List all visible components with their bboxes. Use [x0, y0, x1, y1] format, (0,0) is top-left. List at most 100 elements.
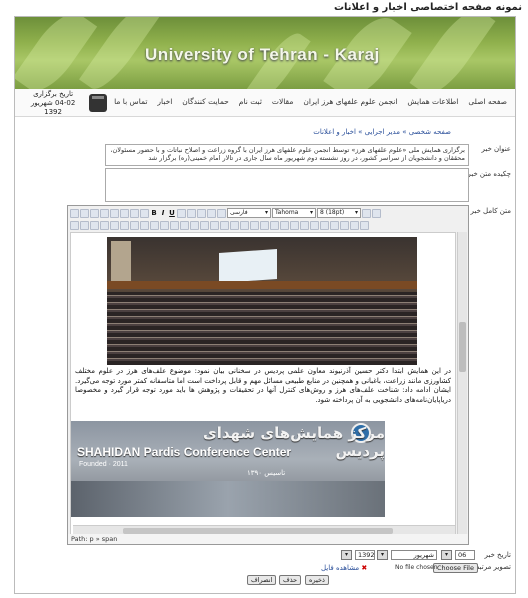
summary-field-label: چکیده متن خبر [467, 170, 511, 178]
emoticon-icon[interactable] [270, 220, 279, 230]
year-dropdown-icon[interactable]: ▾ [341, 550, 352, 560]
style-select[interactable]: فارسی [227, 208, 271, 218]
nav-item-conference-info[interactable]: اطلاعات همایش [407, 97, 458, 106]
conference-hall-photo [107, 237, 417, 365]
code-icon[interactable] [200, 220, 209, 230]
title-field[interactable]: برگزاری همایش ملی «علوم علفهای هرز» توسط… [105, 144, 469, 166]
number-list-icon[interactable] [80, 220, 89, 230]
replace-icon[interactable] [140, 208, 149, 218]
view-file-link[interactable]: ✖ مشاهده فایل [321, 564, 367, 572]
full-text-label: متن کامل خبر [470, 207, 511, 215]
toolbar-extra2-icon[interactable] [372, 208, 381, 218]
unlink-icon[interactable] [150, 220, 159, 230]
nav-menu: صفحه اصلی اطلاعات همایش انجمن علوم علفها… [114, 97, 507, 106]
paste-icon[interactable] [100, 208, 109, 218]
nav-item-home[interactable]: صفحه اصلی [468, 97, 507, 106]
file-status: No file chosen [395, 564, 438, 571]
outdent-icon[interactable] [90, 220, 99, 230]
undo-icon[interactable] [120, 220, 129, 230]
align-justify-icon[interactable] [217, 208, 226, 218]
nav-item-contact[interactable]: تماس با ما [114, 97, 147, 106]
summary-field[interactable] [105, 168, 469, 202]
page-frame: University of Tehran - Karaj صفحه اصلی ا… [14, 16, 516, 594]
conference-center-photo: مرکز همایش‌های شهدای پردیس SHAHIDAN Pard… [71, 421, 385, 517]
paste-text-icon[interactable] [110, 208, 119, 218]
redo-icon[interactable] [130, 220, 139, 230]
spell-icon[interactable] [340, 220, 349, 230]
editor-content[interactable]: در این همایش ابتدا دکتر حسین آذرنیوند مع… [70, 232, 456, 536]
print-icon[interactable] [330, 220, 339, 230]
find-icon[interactable] [130, 208, 139, 218]
image-label: تصویر مرتبط [473, 563, 511, 571]
size-select[interactable]: 8 (18pt) [317, 208, 361, 218]
bgcolor-icon[interactable] [360, 220, 369, 230]
underline-button[interactable]: U [168, 209, 176, 218]
cut-icon[interactable] [80, 208, 89, 218]
table-icon[interactable] [290, 220, 299, 230]
day-dropdown-icon[interactable]: ▾ [441, 550, 452, 560]
title-field-label: عنوان خبر [481, 145, 511, 153]
help-icon[interactable] [190, 220, 199, 230]
bullet-list-icon[interactable] [70, 220, 79, 230]
color-icon[interactable] [350, 220, 359, 230]
align-center-icon[interactable] [197, 208, 206, 218]
sup-icon[interactable] [250, 220, 259, 230]
new-doc-icon[interactable] [70, 208, 79, 218]
hr-icon[interactable] [210, 220, 219, 230]
image-icon[interactable] [170, 220, 179, 230]
rtl-icon[interactable] [310, 220, 319, 230]
link-icon[interactable] [140, 220, 149, 230]
nav-item-weed-society[interactable]: انجمن علوم علفهای هرز ایران [303, 97, 397, 106]
rich-text-editor: B I U فارسی Tahoma 8 (18pt) [67, 205, 469, 545]
delete-x-icon[interactable]: ✖ [359, 564, 367, 572]
toolbar-extra-icon[interactable] [362, 208, 371, 218]
sub-icon[interactable] [240, 220, 249, 230]
font-select[interactable]: Tahoma [272, 208, 316, 218]
remove-format-icon[interactable] [220, 220, 229, 230]
visual-aid-icon[interactable] [230, 220, 239, 230]
cancel-button[interactable]: انصراف [247, 575, 277, 585]
site-banner: University of Tehran - Karaj [15, 17, 515, 89]
news-paragraph: در این همایش ابتدا دکتر حسین آذرنیوند مع… [75, 367, 451, 404]
vertical-scrollbar[interactable] [457, 232, 467, 536]
nav-item-sponsors[interactable]: حمایت کنندگان [182, 97, 229, 106]
editor-path: Path: p » span [68, 534, 468, 544]
event-date-value: 04-02 شهریور 1392 [30, 98, 76, 116]
indent-icon[interactable] [100, 220, 109, 230]
banner-title: University of Tehran - Karaj [145, 45, 380, 64]
editor-toolbar-2 [68, 219, 468, 231]
page-caption: نمونه صفحه اختصاصی اخبار و اعلانات [333, 2, 522, 13]
fullscreen-icon[interactable] [320, 220, 329, 230]
photo2-founded-year: تاسیس ۱۳۹۰ [247, 469, 286, 477]
bold-button[interactable]: B [150, 209, 158, 218]
align-right-icon[interactable] [207, 208, 216, 218]
year-select[interactable]: 1392 [355, 550, 375, 560]
editor-toolbar-1: B I U فارسی Tahoma 8 (18pt) [68, 207, 468, 219]
strike-icon[interactable] [177, 208, 186, 218]
day-select[interactable]: 06 [455, 550, 475, 560]
nav-item-register[interactable]: ثبت نام [239, 97, 262, 106]
main-navbar: صفحه اصلی اطلاعات همایش انجمن علوم علفها… [15, 89, 515, 117]
photo2-english-sign: SHAHIDAN Pardis Conference Center [77, 445, 292, 459]
photo2-founded: Founded · 2011 [79, 461, 128, 468]
breadcrumb[interactable]: صفحه شخصی » مدیر اجرایی » اخبار و اعلانا… [313, 128, 451, 136]
blockquote-icon[interactable] [110, 220, 119, 230]
media-icon[interactable] [280, 220, 289, 230]
month-select[interactable]: شهریور [391, 550, 437, 560]
align-left-icon[interactable] [187, 208, 196, 218]
delete-button[interactable]: حذف [279, 575, 302, 585]
cleanup-icon[interactable] [180, 220, 189, 230]
ltr-icon[interactable] [300, 220, 309, 230]
choose-file-button[interactable]: Choose File [433, 563, 478, 573]
nav-item-papers[interactable]: مقالات [272, 97, 293, 106]
calendar-icon [89, 94, 107, 112]
anchor-icon[interactable] [160, 220, 169, 230]
month-dropdown-icon[interactable]: ▾ [377, 550, 388, 560]
nav-item-news[interactable]: اخبار [157, 97, 172, 106]
italic-button[interactable]: I [159, 209, 167, 218]
copy-icon[interactable] [90, 208, 99, 218]
event-date-label: تاریخ برگزاری [33, 89, 74, 98]
paste-word-icon[interactable] [120, 208, 129, 218]
charmap-icon[interactable] [260, 220, 269, 230]
save-button[interactable]: ذخیره [305, 575, 329, 585]
